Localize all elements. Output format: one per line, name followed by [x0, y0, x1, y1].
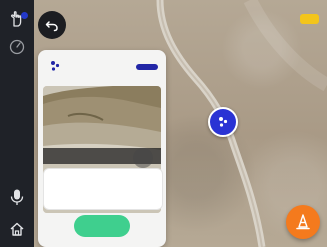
poi-marker-icon	[219, 117, 228, 127]
microphone-button[interactable]	[4, 184, 30, 210]
home-icon	[10, 222, 24, 236]
poi-map-marker[interactable]	[208, 107, 238, 137]
ridge-highlight	[243, 0, 327, 92]
poi-detail-card	[38, 50, 166, 247]
hazard-cone-icon	[296, 214, 310, 230]
primary-action-button[interactable]	[74, 215, 130, 237]
timer-icon	[9, 39, 25, 55]
photo-next-icon[interactable]	[133, 148, 153, 168]
undo-arrow-icon	[45, 21, 58, 32]
hand-pointer-button[interactable]	[4, 6, 30, 32]
card-menu-pill[interactable]	[136, 64, 158, 70]
home-button[interactable]	[4, 216, 30, 242]
notes-field[interactable]	[43, 168, 163, 210]
microphone-icon	[10, 189, 24, 205]
back-button[interactable]	[38, 11, 66, 39]
notification-dot	[21, 12, 28, 19]
timer-button[interactable]	[4, 34, 30, 60]
hazard-report-button[interactable]	[286, 205, 320, 239]
card-header	[38, 50, 166, 82]
poi-badge-icon	[51, 61, 60, 71]
left-rail	[0, 0, 34, 247]
status-indicator[interactable]	[300, 14, 319, 24]
